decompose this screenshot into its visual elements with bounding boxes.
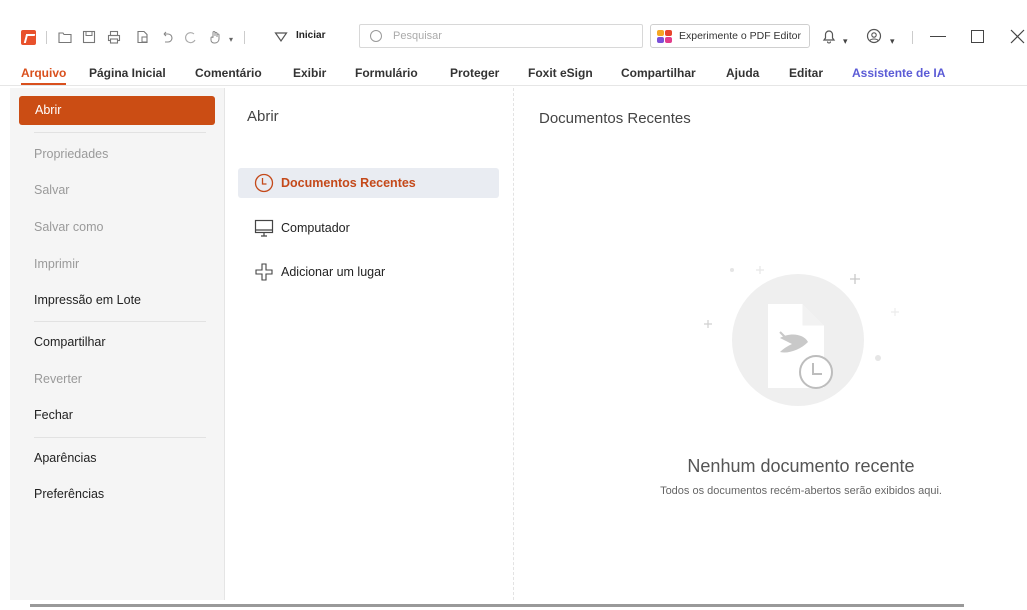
create-pdf-icon[interactable]: [136, 30, 150, 44]
clock-icon: [254, 173, 274, 193]
empty-state-title: Nenhum documento recente: [687, 456, 915, 476]
sidebar-item-preferencias[interactable]: Preferências: [34, 487, 104, 501]
option-documentos-recentes[interactable]: Documentos Recentes: [238, 168, 499, 198]
tab-ajuda[interactable]: Ajuda: [726, 66, 759, 80]
recent-documents-panel: Documentos Recentes Nenhum documento rec…: [515, 88, 1027, 600]
divider: [34, 132, 206, 133]
tab-comentario[interactable]: Comentário: [195, 66, 262, 80]
save-icon[interactable]: [82, 30, 96, 44]
account-icon[interactable]: [866, 28, 882, 44]
hand-tool-dropdown-icon[interactable]: ▾: [224, 33, 238, 47]
pdf-editor-logo-icon: [657, 30, 673, 44]
undo-icon[interactable]: [160, 30, 174, 44]
redo-icon[interactable]: [184, 30, 198, 44]
minimize-button[interactable]: [930, 36, 946, 37]
recent-documents-title: Documentos Recentes: [539, 110, 691, 127]
sidebar-item-reverter[interactable]: Reverter: [34, 372, 82, 386]
tab-arquivo[interactable]: Arquivo: [21, 66, 67, 85]
try-pdf-editor-label: Experimente o PDF Editor: [679, 30, 801, 42]
toolbar-divider: [46, 31, 47, 44]
tab-foxit-esign[interactable]: Foxit eSign: [528, 66, 593, 80]
divider: [34, 321, 206, 322]
menu-bar: Arquivo Página Inicial Comentário Exibir…: [0, 64, 1027, 86]
tab-assistente-ia[interactable]: Assistente de IA: [852, 66, 945, 80]
option-label: Documentos Recentes: [281, 176, 416, 190]
search-placeholder: Pesquisar: [393, 30, 442, 42]
title-bar: ▾ Iniciar Pesquisar Experimente o PDF Ed…: [0, 0, 1027, 64]
maximize-button[interactable]: [971, 30, 984, 43]
sidebar-item-salvar[interactable]: Salvar: [34, 183, 69, 197]
sidebar-item-aparencias[interactable]: Aparências: [34, 451, 97, 465]
tab-pagina-inicial[interactable]: Página Inicial: [89, 66, 166, 80]
computer-icon: [254, 219, 274, 237]
sidebar-item-imprimir[interactable]: Imprimir: [34, 257, 79, 271]
open-panel-title: Abrir: [247, 108, 279, 125]
search-input[interactable]: Pesquisar: [359, 24, 643, 48]
close-button[interactable]: [1010, 29, 1025, 44]
search-icon: [370, 30, 382, 42]
toolbar-divider: [912, 31, 913, 44]
empty-state-subtitle: Todos os documentos recém-abertos serão …: [660, 485, 942, 497]
notifications-dropdown-icon[interactable]: ▾: [843, 31, 848, 51]
file-sidebar: Abrir Propriedades Salvar Salvar como Im…: [10, 88, 225, 600]
print-icon[interactable]: [107, 30, 121, 44]
option-label: Computador: [281, 221, 350, 235]
sidebar-item-impressao-em-lote[interactable]: Impressão em Lote: [34, 293, 141, 307]
add-place-icon: [255, 263, 273, 281]
sidebar-item-fechar[interactable]: Fechar: [34, 408, 73, 422]
open-folder-icon[interactable]: [58, 30, 72, 44]
open-panel: Abrir Documentos Recentes Computador Adi…: [225, 88, 514, 600]
sidebar-item-propriedades[interactable]: Propriedades: [34, 147, 108, 161]
tab-formulario[interactable]: Formulário: [355, 66, 418, 80]
sidebar-item-salvar-como[interactable]: Salvar como: [34, 220, 103, 234]
tab-exibir[interactable]: Exibir: [293, 66, 326, 80]
horizontal-scrollbar[interactable]: [30, 604, 964, 607]
tab-proteger[interactable]: Proteger: [450, 66, 499, 80]
toolbar-divider: [244, 31, 245, 44]
sidebar-item-label: Abrir: [35, 103, 62, 117]
sidebar-item-abrir[interactable]: Abrir: [19, 96, 215, 125]
tab-editar[interactable]: Editar: [789, 66, 823, 80]
tab-compartilhar[interactable]: Compartilhar: [621, 66, 696, 80]
try-pdf-editor-button[interactable]: Experimente o PDF Editor: [650, 24, 810, 48]
hand-tool-icon[interactable]: [208, 30, 222, 44]
account-dropdown-icon[interactable]: ▾: [890, 31, 895, 51]
divider: [34, 437, 206, 438]
empty-documents-illustration-icon: [704, 266, 899, 406]
filter-icon[interactable]: [274, 30, 288, 44]
iniciar-label[interactable]: Iniciar: [296, 30, 325, 41]
option-adicionar-lugar[interactable]: Adicionar um lugar: [238, 257, 499, 287]
bell-icon[interactable]: [821, 28, 837, 44]
option-label: Adicionar um lugar: [281, 265, 386, 279]
app-logo-icon[interactable]: [21, 30, 36, 45]
option-computador[interactable]: Computador: [238, 213, 499, 243]
sidebar-item-compartilhar[interactable]: Compartilhar: [34, 335, 106, 349]
